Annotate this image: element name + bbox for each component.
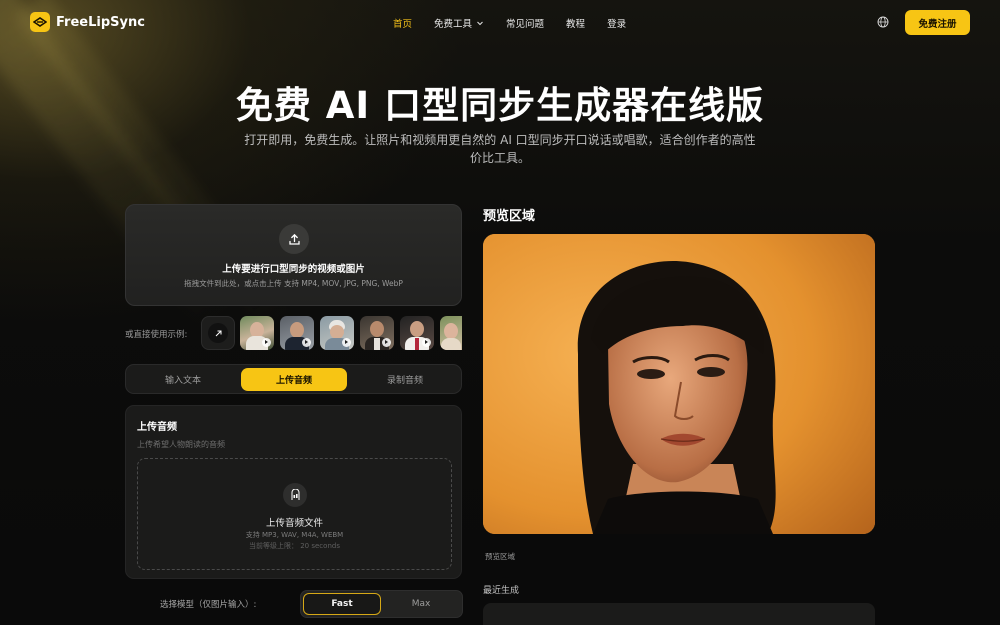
audio-panel-title: 上传音频 (137, 422, 177, 433)
example-thumbnail[interactable] (280, 316, 314, 350)
play-icon (262, 338, 271, 347)
model-select-label: 选择模型（仅图片输入）: (160, 600, 257, 610)
nav-item-free-tools[interactable]: 免费工具 (434, 16, 484, 30)
tab-input-text[interactable]: 输入文本 (130, 368, 236, 391)
page-title: 免费 AI 口型同步生成器在线版 (235, 84, 765, 127)
signup-button[interactable]: 免费注册 (905, 10, 970, 35)
tab-upload-audio[interactable]: 上传音频 (241, 368, 347, 391)
preview-title: 预览区域 (483, 209, 536, 224)
chevron-down-icon (477, 21, 483, 26)
model-option-max[interactable]: Max (382, 593, 460, 615)
examples-label: 或直接使用示例: (125, 330, 188, 340)
nav-item-free-tools-label: 免费工具 (434, 19, 473, 30)
play-icon (422, 338, 431, 347)
logo-icon (30, 12, 50, 32)
nav-item-home[interactable]: 首页 (393, 16, 412, 30)
recent-generations-list (483, 603, 875, 625)
nav-item-faq[interactable]: 常见问题 (506, 16, 544, 30)
model-option-fast[interactable]: Fast (303, 593, 381, 615)
model-toggle: Fast Max (300, 590, 463, 618)
preview-image (483, 234, 875, 534)
example-thumbnail[interactable] (360, 316, 394, 350)
example-thumbnail[interactable] (400, 316, 434, 350)
example-thumbnail[interactable] (440, 316, 462, 350)
tab-record-audio[interactable]: 录制音频 (352, 368, 458, 391)
preview-caption: 预览区域 (485, 552, 515, 561)
audio-formats-text: 支持 MP3, WAV, M4A, WEBM (245, 531, 344, 539)
brand-logo[interactable]: FreeLipSync (30, 12, 145, 32)
audio-dropzone[interactable]: 上传音频文件 支持 MP3, WAV, M4A, WEBM 当前等级上限： 20… (137, 458, 452, 570)
upload-icon (279, 224, 309, 254)
play-icon (302, 338, 311, 347)
audio-limit-text: 当前等级上限： 20 seconds (249, 542, 340, 550)
upload-title: 上传要进行口型同步的视频或图片 (222, 264, 365, 275)
play-icon (342, 338, 351, 347)
play-icon (382, 338, 391, 347)
nav-item-tutorial[interactable]: 教程 (566, 16, 585, 30)
input-mode-tabs: 输入文本 上传音频 录制音频 (125, 364, 462, 394)
example-thumbnail[interactable] (240, 316, 274, 350)
page-subtitle: 打开即用，免费生成。让照片和视频用更自然的 AI 口型同步开口说话或唱歌，适合创… (244, 133, 756, 165)
main-menu: 首页 免费工具 常见问题 教程 登录 (393, 16, 626, 30)
audio-panel-subtitle: 上传希望人物朗读的音频 (137, 440, 225, 449)
upload-subtitle: 拖拽文件到此处，或点击上传 支持 MP4, MOV, JPG, PNG, Web… (184, 279, 403, 288)
globe-icon[interactable] (877, 16, 889, 28)
audio-dropzone-title: 上传音频文件 (265, 518, 323, 529)
nav-item-login[interactable]: 登录 (607, 16, 626, 30)
media-upload-dropzone[interactable]: 上传要进行口型同步的视频或图片 拖拽文件到此处，或点击上传 支持 MP4, MO… (125, 204, 462, 306)
top-navigation: FreeLipSync 首页 免费工具 常见问题 教程 登录 免费注册 (0, 0, 1000, 45)
example-thumbnail[interactable] (320, 316, 354, 350)
brand-name: FreeLipSync (56, 14, 145, 30)
recent-generations-title: 最近生成 (483, 586, 520, 596)
audio-upload-panel: 上传音频 上传希望人物朗读的音频 上传音频文件 支持 MP3, WAV, M4A… (125, 405, 462, 579)
arrow-up-right-icon (208, 323, 228, 343)
audio-file-icon (283, 483, 307, 507)
examples-link-button[interactable] (201, 316, 235, 350)
